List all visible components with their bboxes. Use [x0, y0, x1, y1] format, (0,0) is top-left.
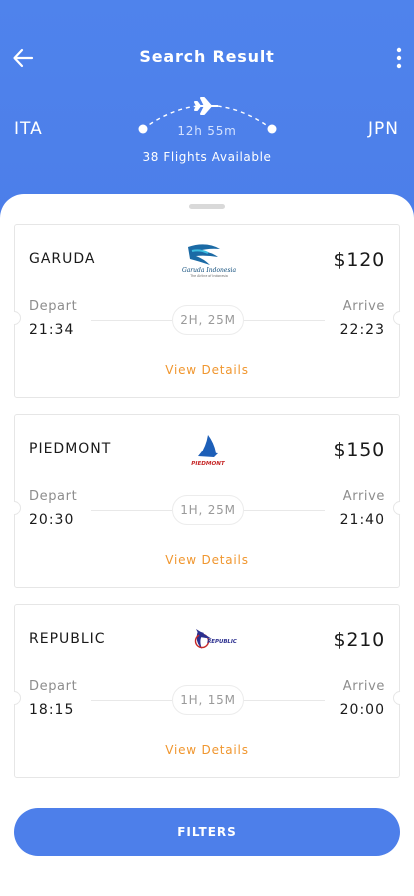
view-details-link[interactable]: View Details — [15, 553, 399, 567]
flights-available: 38 Flights Available — [142, 150, 272, 164]
republic-logo: REPUBLIC — [194, 629, 237, 649]
flight-price: $150 — [333, 439, 385, 461]
arrive-label: Arrive — [342, 679, 385, 694]
trip-duration: 12h 55m — [177, 124, 237, 138]
page-title: Search Result — [139, 47, 275, 66]
piedmont-logo: PIEDMONT — [191, 435, 226, 467]
arrive-time: 20:00 — [339, 702, 385, 718]
flight-duration: 1H, 25M — [172, 495, 244, 525]
more-vertical-icon[interactable] — [390, 44, 408, 72]
depart-label: Depart — [29, 489, 78, 504]
depart-time: 18:15 — [29, 702, 75, 718]
view-details-link[interactable]: View Details — [15, 743, 399, 757]
sheet-handle[interactable] — [189, 204, 225, 209]
arrive-time: 22:23 — [339, 322, 385, 338]
flight-card-piedmont[interactable]: PIEDMONT PIEDMONT $150 Depart Arrive 20:… — [4, 414, 410, 588]
filters-button[interactable]: FILTERS — [14, 808, 400, 856]
flight-duration: 2H, 25M — [172, 305, 244, 335]
flight-card-republic[interactable]: REPUBLIC REPUBLIC $210 Depart Arrive 18:… — [4, 604, 410, 778]
arrive-label: Arrive — [342, 299, 385, 314]
flight-price: $120 — [333, 249, 385, 271]
airline-name: REPUBLIC — [29, 631, 106, 647]
depart-time: 21:34 — [29, 322, 75, 338]
svg-text:The Airline of Indonesia: The Airline of Indonesia — [189, 274, 228, 278]
airplane-icon — [194, 97, 218, 115]
svg-text:PIEDMONT: PIEDMONT — [191, 461, 226, 467]
depart-label: Depart — [29, 679, 78, 694]
garuda-logo: Garuda Indonesia The Airline of Indonesi… — [182, 244, 237, 278]
depart-label: Depart — [29, 299, 78, 314]
flight-duration: 1H, 15M — [172, 685, 244, 715]
view-details-link[interactable]: View Details — [15, 363, 399, 377]
flight-card-garuda[interactable]: GARUDA Garuda Indonesia The Airline of I… — [4, 224, 410, 398]
svg-text:REPUBLIC: REPUBLIC — [207, 639, 237, 645]
airline-name: PIEDMONT — [29, 441, 112, 457]
svg-text:Garuda Indonesia: Garuda Indonesia — [182, 267, 237, 274]
arrive-time: 21:40 — [339, 512, 385, 528]
flight-price: $210 — [333, 629, 385, 651]
arrive-label: Arrive — [342, 489, 385, 504]
depart-time: 20:30 — [29, 512, 75, 528]
airline-name: GARUDA — [29, 251, 96, 267]
